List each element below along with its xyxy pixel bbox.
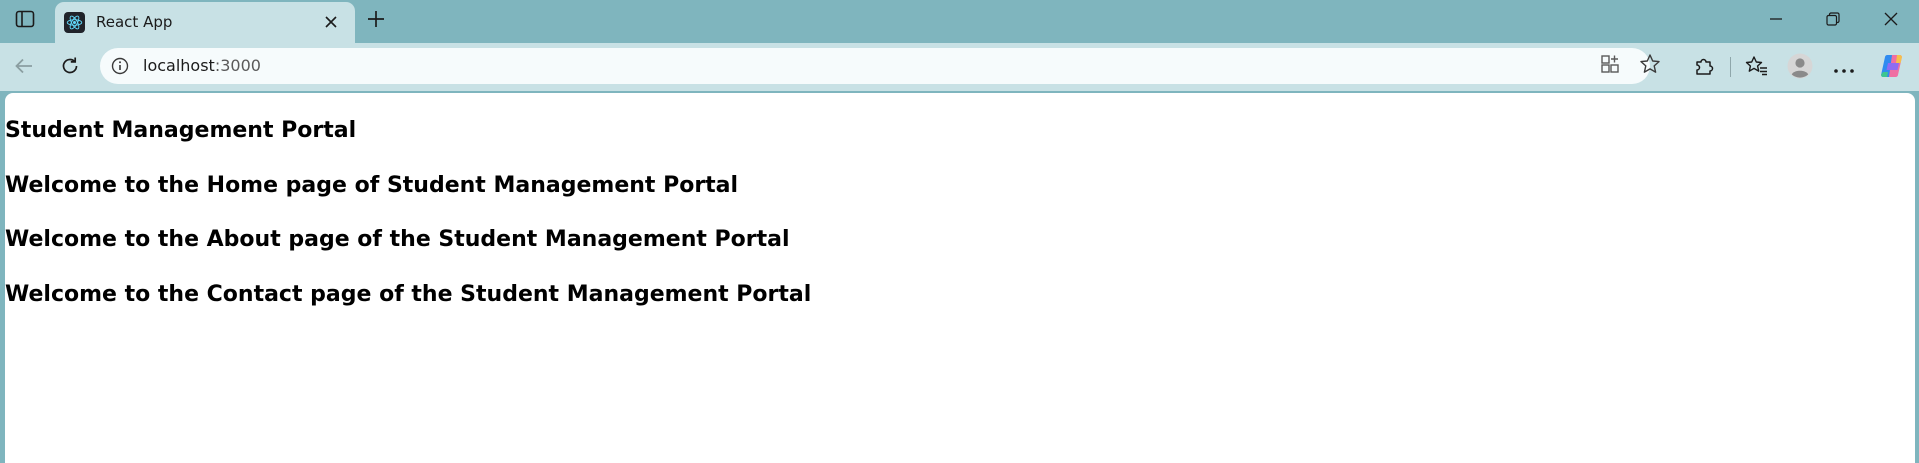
refresh-button[interactable]	[54, 52, 86, 84]
copilot-icon	[1879, 52, 1907, 84]
favorites-button[interactable]	[1741, 52, 1773, 84]
home-message: Welcome to the Home page of Student Mana…	[5, 173, 739, 198]
back-button[interactable]	[8, 52, 40, 84]
page-viewport: Student Management Portal Welcome to the…	[5, 93, 1915, 463]
favorite-button[interactable]	[1636, 52, 1664, 80]
back-arrow-icon	[14, 56, 34, 80]
extensions-button[interactable]	[1688, 52, 1720, 84]
url-port: :3000	[214, 56, 261, 75]
tab-actions-button[interactable]	[12, 9, 38, 33]
address-bar[interactable]: localhost:3000	[100, 48, 1660, 84]
restore-button[interactable]	[1804, 0, 1861, 41]
info-icon[interactable]	[110, 56, 130, 76]
app-available-button[interactable]	[1596, 52, 1624, 80]
close-window-button[interactable]	[1862, 0, 1919, 41]
new-tab-button[interactable]	[362, 8, 390, 34]
tab-title: React App	[96, 13, 173, 31]
url-text[interactable]: localhost:3000	[143, 56, 261, 76]
contact-message: Welcome to the Contact page of the Stude…	[5, 282, 812, 307]
about-message: Welcome to the About page of the Student…	[5, 227, 790, 252]
react-logo-icon	[64, 12, 85, 33]
minimize-button[interactable]	[1747, 0, 1804, 41]
more-button[interactable]	[1828, 52, 1860, 84]
url-host: localhost	[143, 56, 215, 75]
refresh-icon	[60, 56, 80, 80]
restore-icon	[1825, 11, 1840, 30]
browser-window: React App localhost:3000 Student Managem…	[0, 0, 1919, 463]
tab-actions-icon	[15, 10, 35, 32]
puzzle-icon	[1693, 55, 1715, 81]
copilot-button[interactable]	[1877, 52, 1909, 84]
plus-icon	[367, 10, 385, 32]
close-icon	[1884, 11, 1898, 30]
app-available-icon	[1600, 54, 1620, 78]
favorites-icon	[1745, 55, 1769, 81]
tab-strip: React App	[0, 0, 1919, 43]
page-title: Student Management Portal	[5, 118, 357, 143]
minimize-icon	[1769, 11, 1783, 30]
toolbar-divider	[1730, 57, 1731, 77]
more-icon	[1833, 59, 1855, 78]
profile-icon	[1787, 53, 1813, 83]
star-icon	[1639, 53, 1661, 79]
tab-react-app[interactable]: React App	[55, 2, 355, 43]
profile-button[interactable]	[1784, 52, 1816, 84]
close-tab-button[interactable]	[320, 12, 342, 34]
close-icon	[324, 14, 338, 33]
browser-toolbar: localhost:3000	[0, 43, 1919, 91]
